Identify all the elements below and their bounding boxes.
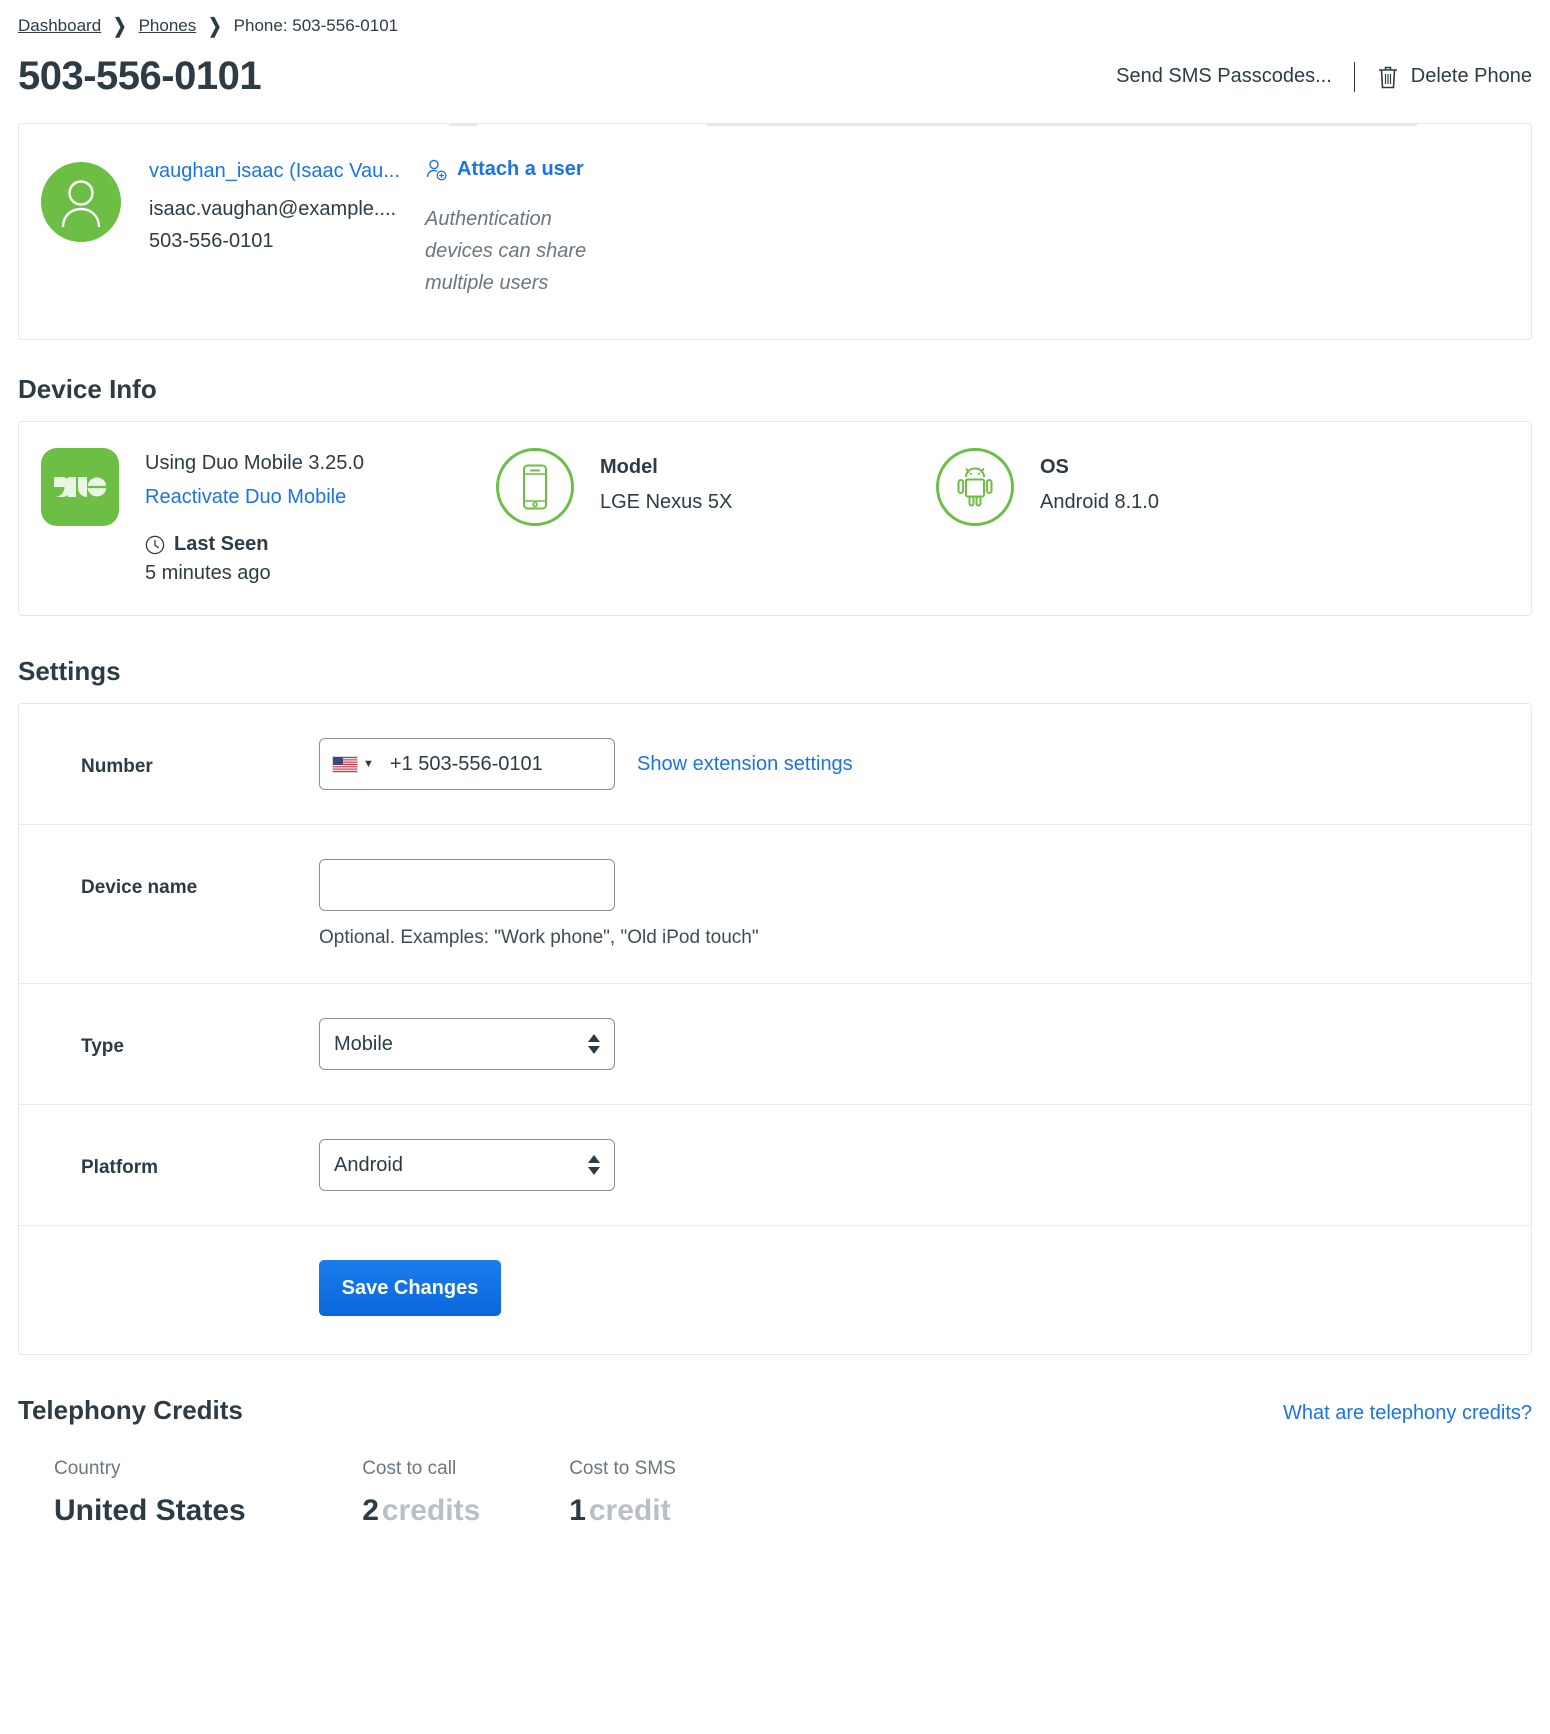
os-column: OS Android 8.1.0 — [936, 448, 1507, 526]
settings-card: Number ▼ +1 503-556-0101 Show extension … — [18, 703, 1532, 1355]
device-name-input[interactable] — [319, 859, 615, 911]
caret-down-icon[interactable]: ▼ — [363, 758, 374, 770]
what-are-telephony-credits-link[interactable]: What are telephony credits? — [1283, 1402, 1532, 1425]
duo-version-line: Using Duo Mobile 3.25.0 — [145, 452, 365, 474]
card-notch — [449, 124, 477, 126]
breadcrumb-current: Phone: 503-556-0101 — [233, 16, 399, 35]
last-seen-value: 5 minutes ago — [145, 562, 271, 584]
reactivate-duo-mobile-link[interactable]: Reactivate Duo Mobile — [145, 486, 364, 509]
os-kv: OS Android 8.1.0 — [1040, 448, 1159, 514]
type-select[interactable]: Mobile — [319, 1018, 615, 1070]
table-row: United States 2 credits 1 credit — [18, 1494, 1532, 1528]
attach-user-column: Attach a user Authentication devices can… — [425, 158, 675, 299]
device-info-card: Using Duo Mobile 3.25.0 Reactivate Duo M… — [18, 421, 1532, 616]
type-control: Mobile — [319, 1018, 1531, 1070]
attach-user-label: Attach a user — [457, 158, 584, 180]
breadcrumb-separator-icon: ❯ — [208, 16, 222, 38]
attached-user-card: vaughan_isaac (Isaac Vau... isaac.vaugha… — [18, 123, 1532, 340]
attached-user-email: isaac.vaughan@example.... — [149, 198, 397, 220]
page-root: Dashboard ❯ Phones ❯ Phone: 503-556-0101… — [0, 0, 1550, 1528]
breadcrumb-phones[interactable]: Phones — [139, 16, 197, 36]
attach-user-icon — [425, 159, 447, 181]
settings-section: Settings Number ▼ +1 503-556-0101 Show e… — [18, 656, 1532, 1355]
column-header-country: Country — [54, 1458, 121, 1479]
cost-to-call-unit: credits — [381, 1494, 481, 1527]
last-seen-row: Last Seen — [145, 533, 364, 556]
android-icon — [936, 448, 1014, 526]
breadcrumb-dashboard[interactable]: Dashboard — [18, 16, 101, 36]
page-header: 503-556-0101 Send SMS Passcodes... Delet… — [18, 46, 1532, 123]
user-meta: vaughan_isaac (Isaac Vau... isaac.vaugha… — [149, 158, 407, 257]
smartphone-icon — [496, 448, 574, 526]
platform-control: Android — [319, 1139, 1531, 1191]
telephony-credits-table: Country Cost to call Cost to SMS United … — [18, 1458, 1532, 1528]
cell-country: United States — [54, 1494, 246, 1527]
device-name-label: Device name — [81, 877, 198, 898]
delete-phone-label: Delete Phone — [1410, 65, 1532, 87]
type-selected-value: Mobile — [334, 1032, 393, 1055]
model-column: Model LGE Nexus 5X — [496, 448, 936, 526]
os-label: OS — [1040, 456, 1069, 478]
cost-to-sms-unit: credit — [588, 1494, 671, 1527]
column-header-cost-to-call: Cost to call — [362, 1458, 457, 1479]
settings-title: Settings — [18, 656, 121, 686]
telephony-header: Telephony Credits What are telephony cre… — [18, 1395, 1532, 1426]
cost-to-sms-amount: 1 — [569, 1494, 586, 1527]
header-divider — [1353, 61, 1355, 92]
platform-row: Platform Android — [19, 1105, 1531, 1226]
user-avatar-icon — [61, 180, 101, 227]
save-row: Save Changes — [19, 1226, 1531, 1354]
number-control: ▼ +1 503-556-0101 Show extension setting… — [319, 738, 1531, 790]
duo-mobile-column: Using Duo Mobile 3.25.0 Reactivate Duo M… — [41, 448, 496, 585]
cell-cost-to-sms: 1 credit — [569, 1494, 1532, 1528]
platform-selected-value: Android — [334, 1153, 403, 1176]
cell-cost-to-call: 2 credits — [362, 1494, 569, 1528]
attach-user-note: Authentication devices can share multipl… — [425, 208, 587, 294]
number-row: Number ▼ +1 503-556-0101 Show extension … — [19, 704, 1531, 825]
cost-to-call-amount: 2 — [362, 1494, 379, 1527]
phone-number-value: +1 503-556-0101 — [389, 752, 543, 775]
type-label: Type — [81, 1036, 124, 1057]
device-info-section: Device Info Using Duo Mobile 3.25.0 Reac — [18, 374, 1532, 616]
clock-icon — [145, 535, 165, 555]
telephony-credits-section: Telephony Credits What are telephony cre… — [18, 1395, 1532, 1528]
model-label: Model — [600, 456, 658, 478]
select-stepper-icon — [588, 1034, 600, 1054]
model-value: LGE Nexus 5X — [600, 491, 733, 513]
device-info-title: Device Info — [18, 374, 157, 404]
header-actions: Send SMS Passcodes... Delete Phone — [1116, 61, 1532, 92]
attached-username-link[interactable]: vaughan_isaac (Isaac Vau... — [149, 158, 407, 185]
save-changes-button[interactable]: Save Changes — [319, 1260, 501, 1316]
delete-phone-button[interactable]: Delete Phone — [1377, 64, 1532, 90]
duo-mobile-text: Using Duo Mobile 3.25.0 Reactivate Duo M… — [145, 448, 364, 585]
platform-select[interactable]: Android — [319, 1139, 615, 1191]
platform-label: Platform — [81, 1157, 159, 1178]
table-header-row: Country Cost to call Cost to SMS — [18, 1458, 1532, 1494]
device-name-help: Optional. Examples: "Work phone", "Old i… — [319, 927, 759, 948]
breadcrumb: Dashboard ❯ Phones ❯ Phone: 503-556-0101 — [18, 0, 1532, 46]
device-name-control: Optional. Examples: "Work phone", "Old i… — [319, 859, 1531, 949]
attached-user-phone: 503-556-0101 — [149, 230, 274, 252]
trash-icon — [1377, 64, 1399, 90]
card-notch — [707, 124, 1417, 126]
number-line: ▼ +1 503-556-0101 Show extension setting… — [319, 738, 1531, 790]
number-label: Number — [81, 756, 153, 777]
show-extension-settings-link[interactable]: Show extension settings — [637, 753, 853, 776]
avatar — [41, 162, 121, 242]
os-value: Android 8.1.0 — [1040, 491, 1159, 513]
select-stepper-icon — [588, 1155, 600, 1175]
attach-user-button[interactable]: Attach a user — [425, 158, 675, 181]
last-seen-label: Last Seen — [174, 533, 269, 555]
page-title: 503-556-0101 — [18, 54, 262, 98]
send-sms-passcodes-button[interactable]: Send SMS Passcodes... — [1116, 65, 1332, 88]
us-flag-icon[interactable] — [332, 755, 358, 773]
device-name-row: Device name Optional. Examples: "Work ph… — [19, 825, 1531, 984]
breadcrumb-separator-icon: ❯ — [113, 16, 127, 38]
phone-number-input[interactable]: ▼ +1 503-556-0101 — [319, 738, 615, 790]
model-kv: Model LGE Nexus 5X — [600, 448, 732, 514]
type-row: Type Mobile — [19, 984, 1531, 1105]
column-header-cost-to-sms: Cost to SMS — [569, 1458, 676, 1479]
duo-logo-icon — [41, 448, 119, 526]
telephony-credits-title: Telephony Credits — [18, 1395, 243, 1425]
